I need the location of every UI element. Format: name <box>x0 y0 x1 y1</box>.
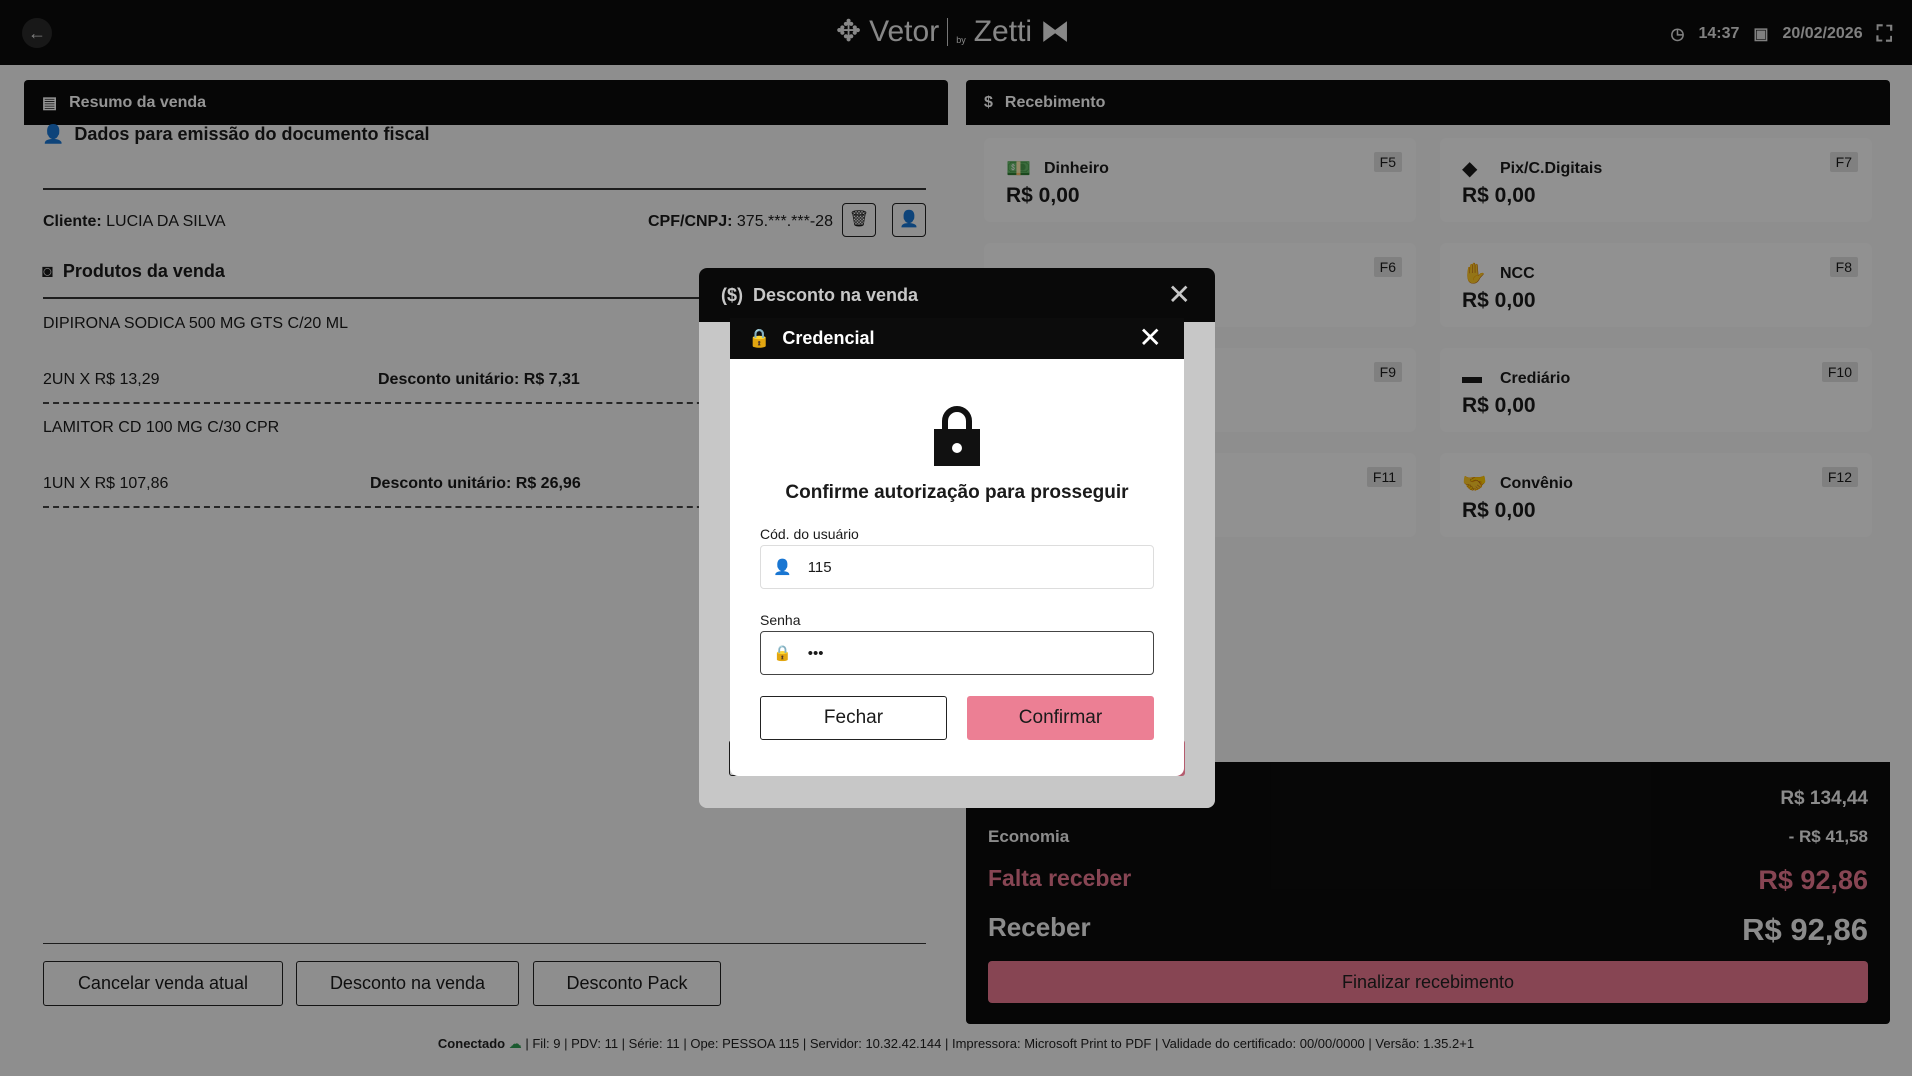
close-credential-button[interactable]: ✕ <box>1139 324 1162 352</box>
password-value: ••• <box>807 644 824 662</box>
user-code-value: 115 <box>807 558 832 576</box>
lock-icon <box>934 406 980 466</box>
modal-heading: Confirme autorização para prosseguir <box>785 482 1129 503</box>
password-label: Senha <box>760 612 801 628</box>
password-input[interactable]: 🔒 ••• <box>760 631 1154 675</box>
lock-icon: 🔒 <box>773 645 792 662</box>
modal-title: Credencial <box>782 328 875 348</box>
user-code-input[interactable]: 👤 115 <box>760 545 1154 589</box>
credential-modal: 🔒 Credencial ✕ Confirme autorização para … <box>730 318 1184 776</box>
lock-icon: 🔒 <box>748 328 771 348</box>
close-button[interactable]: Fechar <box>760 696 947 740</box>
confirm-button[interactable]: Confirmar <box>967 696 1154 740</box>
user-icon: 👤 <box>773 559 792 576</box>
user-code-label: Cód. do usuário <box>760 526 859 542</box>
